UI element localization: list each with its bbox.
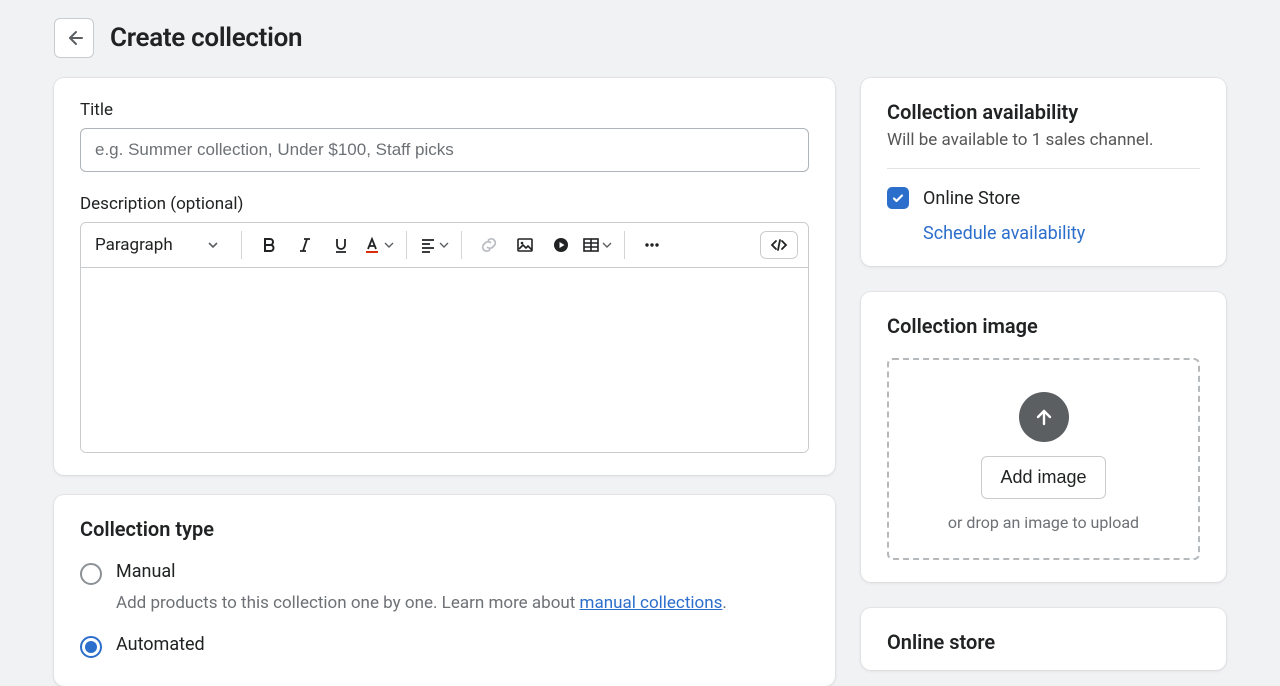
toolbar-separator [406, 231, 407, 259]
underline-button[interactable] [326, 230, 356, 260]
description-field: Description (optional) Paragraph [80, 194, 809, 453]
back-button[interactable] [54, 18, 94, 58]
description-label: Description (optional) [80, 194, 809, 214]
add-image-button[interactable]: Add image [981, 456, 1105, 499]
image-icon [516, 236, 534, 254]
radio-automated[interactable]: Automated [80, 634, 809, 658]
availability-sub: Will be available to 1 sales channel. [887, 130, 1200, 150]
radio-manual-label: Manual [116, 561, 176, 582]
radio-automated-label: Automated [116, 634, 205, 655]
toolbar-separator [241, 231, 242, 259]
code-icon [769, 236, 789, 254]
upload-arrow-icon [1019, 392, 1069, 442]
radio-manual-desc: Add products to this collection one by o… [116, 591, 809, 616]
checkbox-checked-icon [887, 187, 909, 209]
caret-down-icon [602, 240, 612, 250]
title-label: Title [80, 100, 809, 120]
title-field: Title [80, 100, 809, 172]
bold-button[interactable] [254, 230, 284, 260]
availability-card: Collection availability Will be availabl… [861, 78, 1226, 266]
table-icon [582, 236, 600, 254]
code-view-button[interactable] [760, 231, 798, 259]
format-select-label: Paragraph [95, 235, 173, 255]
caret-down-icon [207, 239, 219, 251]
table-button[interactable] [582, 236, 612, 254]
format-select[interactable]: Paragraph [91, 229, 229, 261]
collection-type-heading: Collection type [80, 517, 809, 541]
radio-icon [80, 636, 102, 658]
channel-online-store[interactable]: Online Store [887, 187, 1200, 209]
rich-text-editor: Paragraph [80, 222, 809, 453]
bold-icon [260, 236, 278, 254]
title-input[interactable] [80, 128, 809, 172]
underline-icon [332, 236, 350, 254]
page-title: Create collection [110, 23, 302, 53]
caret-down-icon [384, 240, 394, 250]
text-color-icon [362, 235, 382, 255]
video-button[interactable] [546, 230, 576, 260]
radio-icon [80, 563, 102, 585]
divider [887, 168, 1200, 169]
rte-toolbar: Paragraph [81, 223, 808, 268]
radio-manual[interactable]: Manual [80, 561, 809, 585]
channel-label: Online Store [923, 188, 1020, 209]
align-button[interactable] [419, 236, 449, 254]
toolbar-separator [461, 231, 462, 259]
online-store-heading: Online store [887, 630, 1200, 654]
dropzone-hint: or drop an image to upload [948, 513, 1139, 532]
link-icon [480, 236, 498, 254]
image-button[interactable] [510, 230, 540, 260]
italic-icon [296, 236, 314, 254]
collection-image-heading: Collection image [887, 314, 1200, 338]
caret-down-icon [439, 240, 449, 250]
link-button[interactable] [474, 230, 504, 260]
more-button[interactable] [637, 230, 667, 260]
toolbar-separator [624, 231, 625, 259]
align-left-icon [419, 236, 437, 254]
page-header: Create collection [54, 18, 1226, 58]
italic-button[interactable] [290, 230, 320, 260]
collection-type-card: Collection type Manual Add products to t… [54, 495, 835, 686]
description-input[interactable] [81, 268, 808, 452]
online-store-card: Online store [861, 608, 1226, 670]
details-card: Title Description (optional) Paragraph [54, 78, 835, 475]
play-circle-icon [552, 236, 570, 254]
manual-collections-link[interactable]: manual collections [580, 593, 723, 613]
image-dropzone[interactable]: Add image or drop an image to upload [887, 358, 1200, 560]
schedule-availability-link[interactable]: Schedule availability [923, 223, 1085, 244]
dots-horizontal-icon [642, 235, 662, 255]
arrow-left-icon [64, 28, 84, 48]
collection-image-card: Collection image Add image or drop an im… [861, 292, 1226, 582]
availability-heading: Collection availability [887, 100, 1200, 124]
text-color-button[interactable] [362, 235, 394, 255]
